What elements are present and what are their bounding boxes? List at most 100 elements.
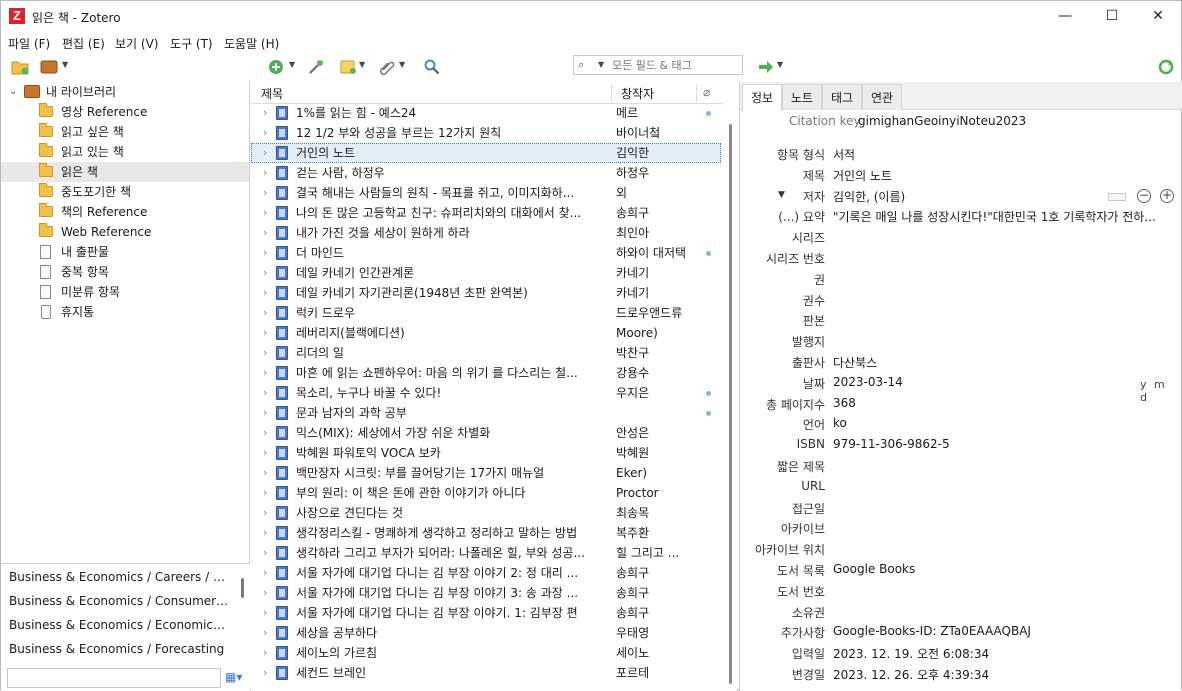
chevron-right-icon[interactable]: ›: [263, 183, 267, 203]
field-value[interactable]: ko: [833, 416, 847, 430]
add-by-identifier-icon[interactable]: [307, 58, 325, 76]
chevron-right-icon[interactable]: ›: [263, 523, 267, 543]
field-value[interactable]: 2023-03-14: [833, 375, 903, 389]
chevron-down-icon[interactable]: ▼: [289, 60, 295, 69]
tag-filter-input[interactable]: [8, 669, 220, 687]
search-input[interactable]: [612, 57, 740, 73]
citation-key-value[interactable]: gimighanGeoinyiNoteu2023: [858, 114, 1026, 128]
column-header-title[interactable]: 제목: [261, 85, 283, 102]
chevron-right-icon[interactable]: ›: [263, 123, 267, 143]
field-value[interactable]: 979-11-306-9862-5: [833, 437, 950, 451]
collection-item[interactable]: 읽고 싶은 책: [1, 122, 249, 142]
tag-filter-field[interactable]: [7, 668, 221, 688]
menu-help[interactable]: 도움말 (H): [224, 35, 279, 52]
menu-file[interactable]: 파일 (F): [8, 35, 50, 52]
tag-item[interactable]: Business & Economics / Forecasting: [9, 637, 229, 661]
tab-info[interactable]: 정보: [742, 84, 783, 111]
chevron-right-icon[interactable]: ›: [263, 343, 267, 363]
chevron-right-icon[interactable]: ›: [263, 383, 267, 403]
chevron-right-icon[interactable]: ›: [263, 623, 267, 643]
tab-tags[interactable]: 태그: [822, 84, 863, 110]
chevron-right-icon[interactable]: ›: [263, 303, 267, 323]
chevron-right-icon[interactable]: ›: [263, 403, 267, 423]
chevron-down-icon[interactable]: ▼: [777, 60, 783, 69]
minimize-button[interactable]: —: [1042, 1, 1088, 32]
tab-related[interactable]: 연관: [862, 84, 903, 110]
table-row[interactable]: › 서울 자가에 대기업 다니는 김 부장 이야기 2: 정 대리 ... 송희구: [251, 563, 721, 583]
sync-icon[interactable]: [1157, 58, 1175, 76]
creator-mode-switch[interactable]: [1108, 193, 1126, 201]
chevron-right-icon[interactable]: ›: [263, 223, 267, 243]
collection-my-library[interactable]: ⌄ 내 라이브러리: [1, 82, 249, 102]
tag-item[interactable]: Business & Economics / Careers / Ge...: [9, 565, 229, 589]
chevron-right-icon[interactable]: ›: [263, 503, 267, 523]
table-row[interactable]: › 내가 가진 것을 세상이 원하게 하라 최인아: [251, 223, 721, 243]
column-header-creator[interactable]: 창작자: [621, 85, 654, 102]
chevron-right-icon[interactable]: ›: [263, 103, 267, 123]
field-value[interactable]: 김익한, (이름): [833, 188, 905, 205]
chevron-right-icon[interactable]: ›: [263, 263, 267, 283]
table-row[interactable]: › 사장으로 견딘다는 것 최송목: [251, 503, 721, 523]
table-row[interactable]: › 박혜원 파워토익 VOCA 보카 박혜원: [251, 443, 721, 463]
table-row[interactable]: › 서울 자가에 대기업 다니는 김 부장 이야기 3: 송 과장 ... 송희구: [251, 583, 721, 603]
table-row[interactable]: › 결국 해내는 사람들의 원칙 - 목표를 쥐고, 이미지화하... 외: [251, 183, 721, 203]
tag-item[interactable]: Business & Economics / Economics / ...: [9, 613, 229, 637]
field-value[interactable]: 368: [833, 396, 856, 410]
chevron-right-icon[interactable]: ›: [263, 283, 267, 303]
chevron-right-icon[interactable]: ›: [263, 603, 267, 623]
collection-item[interactable]: 영상 Reference: [1, 102, 249, 122]
chevron-right-icon[interactable]: ›: [263, 643, 267, 663]
field-value[interactable]: 2023. 12. 26. 오후 4:39:34: [833, 666, 989, 683]
chevron-right-icon[interactable]: ›: [263, 543, 267, 563]
table-row[interactable]: › 걷는 사람, 하정우 하정우: [251, 163, 721, 183]
chevron-right-icon[interactable]: ›: [263, 203, 267, 223]
chevron-right-icon[interactable]: ›: [263, 323, 267, 343]
new-collection-icon[interactable]: [11, 58, 29, 76]
chevron-right-icon[interactable]: ›: [263, 483, 267, 503]
tag-scrollbar[interactable]: [241, 578, 244, 598]
search-field[interactable]: ⌕ ▼: [573, 55, 743, 75]
field-value[interactable]: Google-Books-ID: ZTa0EAAAQBAJ: [833, 624, 1031, 638]
menu-edit[interactable]: 편집 (E): [62, 35, 105, 52]
chevron-right-icon[interactable]: ›: [263, 583, 267, 603]
table-row[interactable]: › 문과 남자의 과학 공부: [251, 403, 721, 423]
table-row[interactable]: › 데일 카네기 인간관계론 카네기: [251, 263, 721, 283]
chevron-right-icon[interactable]: ›: [263, 163, 267, 183]
collection-my-publications[interactable]: 내 출판물: [1, 242, 249, 262]
field-value[interactable]: 서적: [833, 146, 855, 163]
search-mode-dropdown-icon[interactable]: ▼: [598, 60, 604, 69]
collection-duplicates[interactable]: 중복 항목: [1, 262, 249, 282]
chevron-right-icon[interactable]: ›: [263, 423, 267, 443]
attachment-dot-icon[interactable]: [706, 111, 711, 116]
table-row[interactable]: › 생각정리스킬 - 명쾌하게 생각하고 정리하고 말하는 방법 복주환: [251, 523, 721, 543]
chevron-right-icon[interactable]: ›: [263, 563, 267, 583]
attachment-dot-icon[interactable]: [706, 251, 711, 256]
new-library-icon[interactable]: [40, 58, 58, 76]
table-row[interactable]: › 부의 원리: 이 책은 돈에 관한 이야기가 아니다 Proctor: [251, 483, 721, 503]
locate-arrow-icon[interactable]: [757, 58, 775, 76]
collection-item[interactable]: 중도포기한 책: [1, 182, 249, 202]
advanced-search-icon[interactable]: [423, 58, 441, 76]
chevron-right-icon[interactable]: ›: [263, 243, 267, 263]
add-creator-icon[interactable]: +: [1160, 189, 1174, 203]
maximize-button[interactable]: ☐: [1089, 1, 1135, 32]
attachment-column-icon[interactable]: ⌀: [703, 85, 710, 99]
chevron-down-icon[interactable]: ▼: [62, 60, 68, 69]
chevron-right-icon[interactable]: ›: [263, 443, 267, 463]
table-row[interactable]: › 세컨드 브레인 포르테: [251, 663, 721, 683]
menu-tools[interactable]: 도구 (T): [170, 35, 213, 52]
field-value[interactable]: "기록은 매일 나를 성장시킨다!"대한민국 1호 기록학자가 전하...: [833, 208, 1156, 225]
table-row[interactable]: › 12 1/2 부와 성공을 부르는 12가지 원칙 바이너첰: [251, 123, 721, 143]
field-value[interactable]: 다산북스: [833, 354, 877, 371]
field-value[interactable]: 2023. 12. 19. 오전 6:08:34: [833, 645, 989, 662]
remove-creator-icon[interactable]: −: [1137, 189, 1151, 203]
chevron-down-icon[interactable]: ▼: [399, 60, 405, 69]
table-row[interactable]: › 목소리, 누구나 바꿀 수 있다! 우지은: [251, 383, 721, 403]
table-row[interactable]: › 믹스(MIX): 세상에서 가장 쉬운 차별화 안성은: [251, 423, 721, 443]
table-row[interactable]: › 레버리지(블랙에디션) Moore): [251, 323, 721, 343]
new-item-icon[interactable]: [267, 58, 285, 76]
table-row[interactable]: › 더 마인드 하와이 대저택: [251, 243, 721, 263]
attachment-icon[interactable]: [378, 58, 396, 76]
column-divider[interactable]: [611, 84, 612, 102]
table-row[interactable]: › 백만장자 시크릿: 부를 끌어당기는 17가지 매뉴얼 Eker): [251, 463, 721, 483]
